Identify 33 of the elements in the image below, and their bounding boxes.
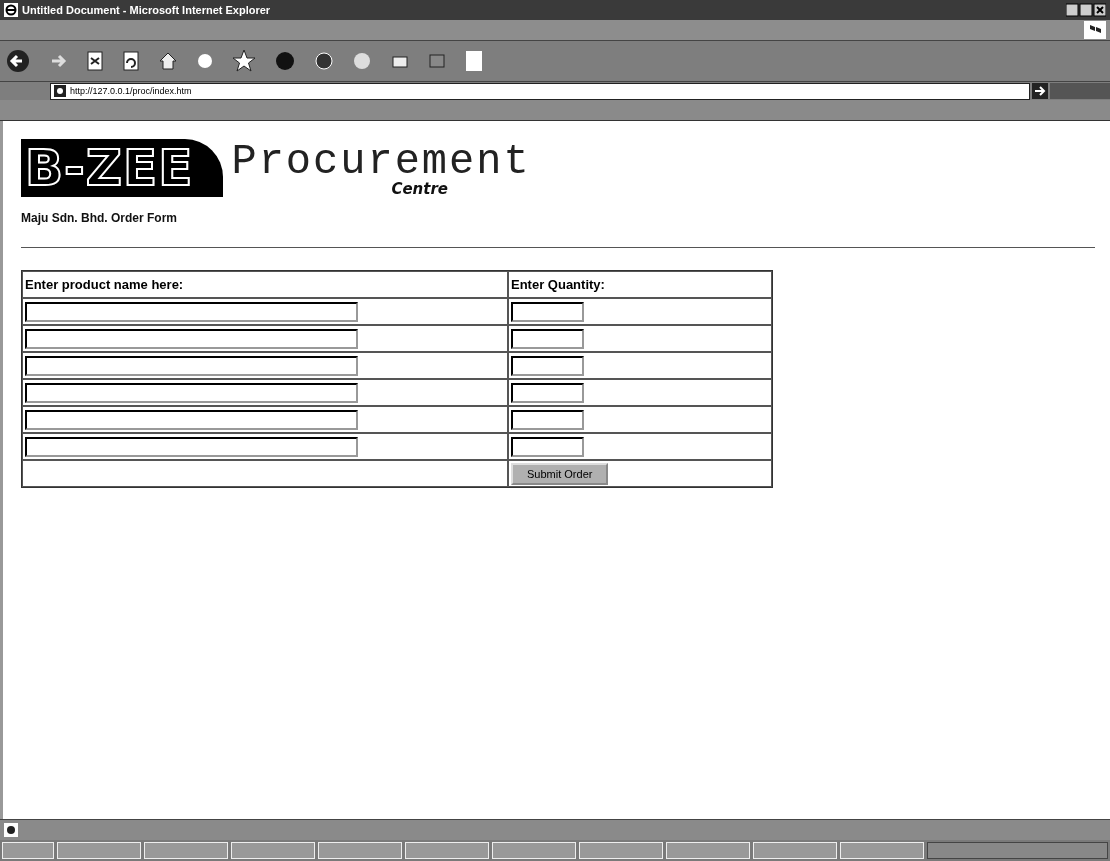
quantity-field[interactable] bbox=[511, 382, 584, 403]
refresh-icon[interactable] bbox=[122, 51, 140, 71]
go-arrow-icon[interactable] bbox=[1032, 83, 1048, 99]
browser-icon bbox=[4, 3, 18, 17]
product-name-field[interactable] bbox=[25, 436, 358, 457]
stop-icon[interactable] bbox=[86, 51, 104, 71]
product-name-field[interactable] bbox=[25, 382, 358, 403]
logo-title: Procurement bbox=[231, 143, 531, 181]
window-title: Untitled Document - Microsoft Internet Explorer bbox=[22, 4, 271, 16]
links-toolbar bbox=[1050, 83, 1110, 99]
home-icon[interactable] bbox=[158, 51, 178, 71]
back-icon[interactable] bbox=[6, 49, 30, 73]
column-header: Enter Quantity: bbox=[508, 271, 772, 298]
logo-badge: B-ZEE bbox=[21, 139, 224, 197]
quantity-field[interactable] bbox=[511, 301, 584, 322]
product-name-field[interactable] bbox=[25, 409, 358, 430]
quantity-field[interactable] bbox=[511, 328, 584, 349]
page-icon bbox=[4, 823, 18, 837]
quantity-field[interactable] bbox=[511, 409, 584, 430]
address-field[interactable]: http://127.0.0.1/proc/index.htm bbox=[50, 82, 1030, 100]
window-controls-icon bbox=[1066, 3, 1106, 17]
column-header: Enter product name here: bbox=[22, 271, 508, 298]
favorites-star-icon[interactable] bbox=[232, 49, 256, 73]
submit-button[interactable]: Submit Order bbox=[511, 462, 609, 485]
logo-subtitle: Centre bbox=[391, 181, 450, 197]
start-button[interactable] bbox=[2, 842, 54, 859]
product-name-field[interactable] bbox=[25, 301, 358, 322]
quantity-field[interactable] bbox=[511, 436, 584, 457]
product-name-field[interactable] bbox=[25, 355, 358, 376]
product-name-field[interactable] bbox=[25, 328, 358, 349]
form-title: Maju Sdn. Bhd. Order Form bbox=[21, 211, 178, 225]
page-icon bbox=[54, 85, 66, 97]
quantity-field[interactable] bbox=[511, 355, 584, 376]
